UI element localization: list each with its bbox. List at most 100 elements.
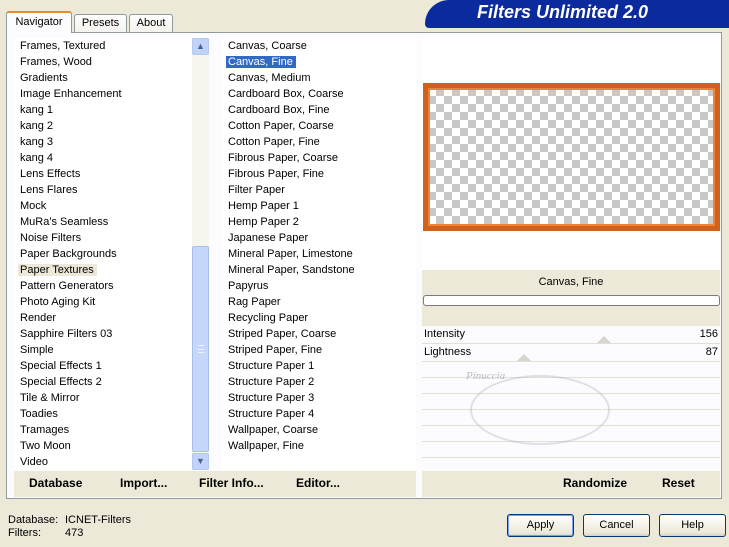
filters-count: 473: [65, 527, 84, 539]
filter-item[interactable]: Structure Paper 4: [222, 406, 416, 422]
editor-button[interactable]: Editor...: [296, 476, 340, 490]
category-item[interactable]: kang 4: [14, 150, 192, 166]
category-item[interactable]: Paper Backgrounds: [14, 246, 192, 262]
category-item[interactable]: Tile & Mirror: [14, 390, 192, 406]
category-item[interactable]: Tramages: [14, 422, 192, 438]
database-button[interactable]: Database: [29, 476, 82, 490]
slider-intensity-value: 156: [699, 328, 718, 340]
filter-item-label: Papyrus: [228, 280, 269, 292]
cancel-button[interactable]: Cancel: [583, 514, 650, 537]
filter-item[interactable]: Wallpaper, Fine: [222, 438, 416, 454]
category-item[interactable]: Gradients: [14, 70, 192, 86]
filter-item[interactable]: Canvas, Fine: [222, 54, 416, 70]
filter-item-label: Striped Paper, Coarse: [228, 328, 337, 340]
category-scrollbar[interactable]: ▲ ▼: [192, 38, 209, 470]
filter-item-label: Cardboard Box, Coarse: [228, 88, 344, 100]
category-item[interactable]: Frames, Wood: [14, 54, 192, 70]
category-item[interactable]: kang 3: [14, 134, 192, 150]
category-item-label: Lens Effects: [20, 168, 81, 180]
tab-about[interactable]: About: [129, 14, 173, 32]
filter-item-label: Structure Paper 4: [228, 408, 315, 420]
right-button-bar: Randomize Reset: [422, 471, 720, 497]
scroll-down-button[interactable]: ▼: [192, 453, 209, 470]
category-list[interactable]: Frames, Textured Frames, Wood Gradients Ima…: [14, 38, 192, 470]
filter-list[interactable]: Canvas, Coarse Canvas, Fine Canvas, Medium…: [222, 38, 416, 470]
randomize-button[interactable]: Randomize: [563, 476, 627, 490]
category-item[interactable]: kang 1: [14, 102, 192, 118]
current-filter-name: Canvas, Fine: [538, 276, 604, 288]
filter-item-label: Japanese Paper: [228, 232, 309, 244]
filter-item[interactable]: Cardboard Box, Fine: [222, 102, 416, 118]
category-item[interactable]: MuRa's Seamless: [14, 214, 192, 230]
tab-navigator[interactable]: Navigator: [6, 11, 72, 33]
filter-item[interactable]: Cardboard Box, Coarse: [222, 86, 416, 102]
slider-empty: [422, 442, 720, 458]
category-item-label: Paper Textures: [18, 264, 97, 276]
category-item[interactable]: Simple: [14, 342, 192, 358]
tab-presets[interactable]: Presets: [74, 14, 127, 32]
category-item[interactable]: Toadies: [14, 406, 192, 422]
filter-item[interactable]: Striped Paper, Fine: [222, 342, 416, 358]
category-item-label: kang 1: [20, 104, 54, 116]
filter-item[interactable]: Mineral Paper, Sandstone: [222, 262, 416, 278]
category-item[interactable]: Sapphire Filters 03: [14, 326, 192, 342]
filter-item[interactable]: Cotton Paper, Fine: [222, 134, 416, 150]
filter-item[interactable]: Canvas, Coarse: [222, 38, 416, 54]
filter-item[interactable]: Structure Paper 2: [222, 374, 416, 390]
filter-item-label: Cardboard Box, Fine: [228, 104, 330, 116]
apply-button[interactable]: Apply: [507, 514, 574, 537]
category-item-label: Special Effects 2: [20, 376, 102, 388]
category-item-label: Video: [20, 456, 48, 468]
category-item[interactable]: Image Enhancement: [14, 86, 192, 102]
filter-item[interactable]: Papyrus: [222, 278, 416, 294]
category-item[interactable]: Pattern Generators: [14, 278, 192, 294]
category-item[interactable]: Special Effects 1: [14, 358, 192, 374]
category-item[interactable]: Noise Filters: [14, 230, 192, 246]
filter-item[interactable]: Filter Paper: [222, 182, 416, 198]
category-item-label: Gradients: [20, 72, 68, 84]
filter-item[interactable]: Recycling Paper: [222, 310, 416, 326]
filter-item[interactable]: Mineral Paper, Limestone: [222, 246, 416, 262]
filter-item[interactable]: Structure Paper 3: [222, 390, 416, 406]
category-item[interactable]: Render: [14, 310, 192, 326]
filter-item-label: Structure Paper 2: [228, 376, 315, 388]
category-item[interactable]: Two Moon: [14, 438, 192, 454]
category-item[interactable]: Photo Aging Kit: [14, 294, 192, 310]
category-item[interactable]: Paper Textures: [14, 262, 192, 278]
category-item[interactable]: Video: [14, 454, 192, 470]
filter-item[interactable]: Hemp Paper 2: [222, 214, 416, 230]
slider-lightness[interactable]: Lightness 87: [422, 344, 720, 362]
filter-item[interactable]: Hemp Paper 1: [222, 198, 416, 214]
filter-item[interactable]: Canvas, Medium: [222, 70, 416, 86]
scroll-thumb[interactable]: [192, 246, 209, 452]
filters-label: Filters:: [8, 527, 41, 539]
filter-item[interactable]: Japanese Paper: [222, 230, 416, 246]
category-item[interactable]: Mock: [14, 198, 192, 214]
filter-item[interactable]: Structure Paper 1: [222, 358, 416, 374]
preview-canvas: [423, 83, 720, 231]
category-item[interactable]: Special Effects 2: [14, 374, 192, 390]
category-item[interactable]: kang 2: [14, 118, 192, 134]
filter-item[interactable]: Wallpaper, Coarse: [222, 422, 416, 438]
filter-item-label: Mineral Paper, Sandstone: [228, 264, 355, 276]
help-button[interactable]: Help: [659, 514, 726, 537]
filter-item[interactable]: Striped Paper, Coarse: [222, 326, 416, 342]
filter-item[interactable]: Cotton Paper, Coarse: [222, 118, 416, 134]
category-item[interactable]: Lens Effects: [14, 166, 192, 182]
category-item-label: Render: [20, 312, 57, 324]
reset-button[interactable]: Reset: [662, 476, 695, 490]
watermark-text: Pinuccia: [466, 370, 506, 382]
filter-item-label: Structure Paper 3: [228, 392, 315, 404]
category-item[interactable]: Lens Flares: [14, 182, 192, 198]
slider-intensity[interactable]: Intensity 156: [422, 326, 720, 344]
filter-item[interactable]: Fibrous Paper, Fine: [222, 166, 416, 182]
import-button[interactable]: Import...: [120, 476, 167, 490]
scroll-up-button[interactable]: ▲: [192, 38, 209, 55]
filter-item[interactable]: Rag Paper: [222, 294, 416, 310]
filter-item-label: Fibrous Paper, Fine: [228, 168, 324, 180]
category-item[interactable]: Frames, Textured: [14, 38, 192, 54]
filter-item[interactable]: Fibrous Paper, Coarse: [222, 150, 416, 166]
filter-item-label: Canvas, Medium: [228, 72, 311, 84]
category-item-label: Mock: [20, 200, 47, 212]
filter-info-button[interactable]: Filter Info...: [199, 476, 264, 490]
